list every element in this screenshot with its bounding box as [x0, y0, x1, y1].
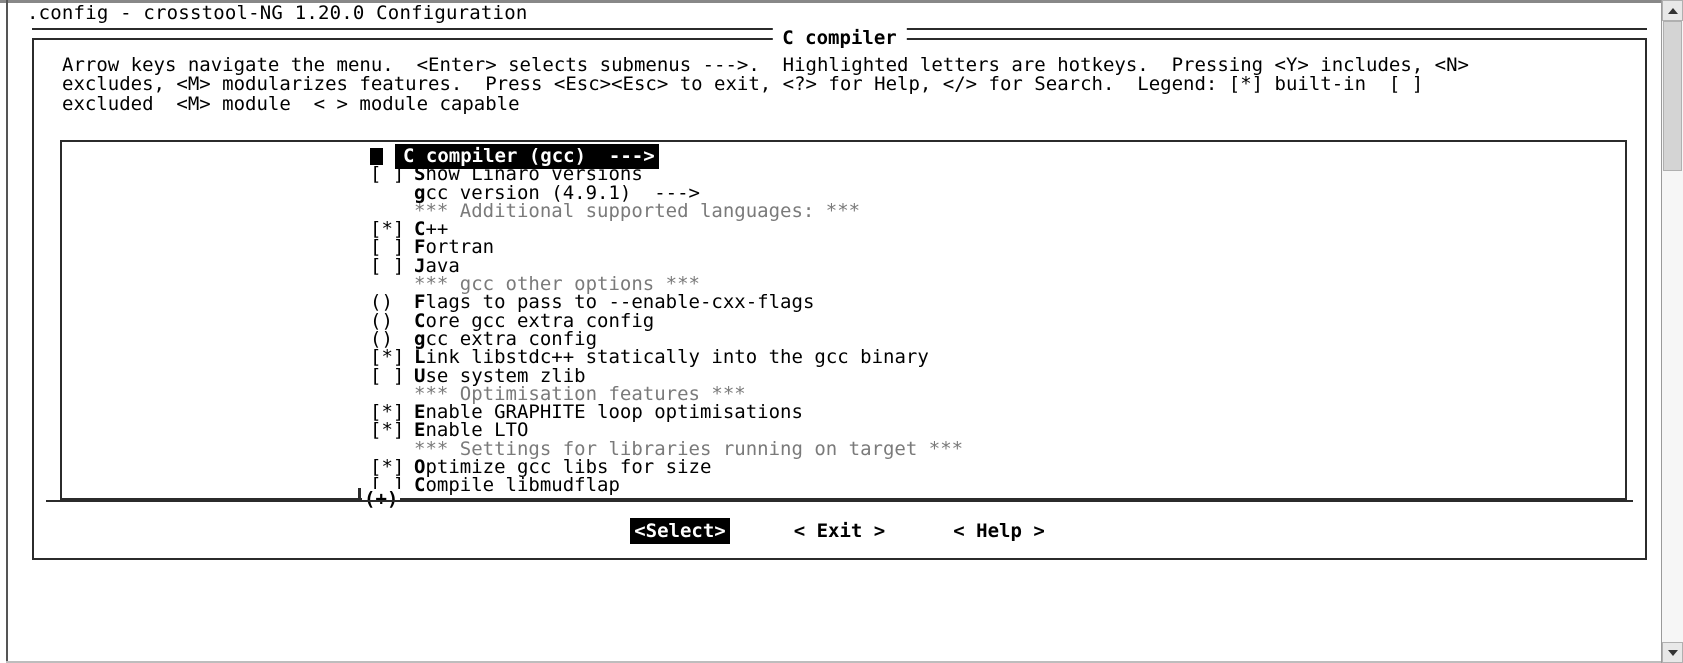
menu-list-box: C compiler (gcc) --->[ ] Show Linaro vers… — [60, 140, 1627, 509]
menu-item[interactable]: [ ] Fortran — [370, 238, 1621, 257]
menu-separator: *** Additional supported languages: *** — [370, 199, 1621, 222]
scrollbar-track[interactable] — [1662, 21, 1683, 642]
menu-item-marker: [ ] — [370, 254, 405, 277]
menu-item[interactable]: [*] Enable GRAPHITE loop optimisations — [370, 402, 1621, 421]
menu-item-marker: () — [370, 291, 393, 314]
config-dialog: C compiler Arrow keys navigate the menu.… — [32, 27, 1647, 560]
button-bar-separator — [46, 500, 1633, 502]
window-scrollbar[interactable] — [1661, 0, 1683, 663]
menu-list[interactable]: C compiler (gcc) --->[ ] Show Linaro vers… — [370, 144, 1621, 497]
menu-item[interactable]: [ ] Compile libmudflap — [370, 474, 1621, 497]
select-button[interactable]: <Select> — [630, 518, 730, 544]
terminal-content: .config - crosstool-NG 1.20.0 Configurat… — [10, 0, 1661, 663]
scrollbar-thumb[interactable] — [1663, 21, 1682, 171]
dialog-caption: C compiler — [772, 27, 907, 49]
exit-button[interactable]: < Exit > — [790, 518, 890, 544]
menu-item-marker: [*] — [370, 346, 405, 369]
help-line: excludes, <M> modularizes features. Pres… — [62, 73, 1424, 96]
scrollbar-up-button[interactable] — [1662, 0, 1683, 21]
menu-item-marker: [ ] — [370, 163, 405, 186]
scroll-up-arrow-icon — [1667, 7, 1678, 14]
terminal-window: .config - crosstool-NG 1.20.0 Configurat… — [0, 0, 1683, 663]
menu-item-marker: [*] — [370, 419, 405, 442]
menu-item-hotkey: C — [414, 474, 426, 497]
menu-item-marker: [ ] — [370, 364, 405, 387]
scroll-down-arrow-icon — [1667, 649, 1678, 656]
button-bar: <Select> < Exit > < Help > — [34, 516, 1645, 546]
window-left-edge — [6, 0, 8, 663]
menu-separator-label: *** Additional supported languages: *** — [414, 199, 861, 222]
scrollbar-down-button[interactable] — [1662, 642, 1683, 663]
scroll-more-indicator: (+) — [362, 488, 401, 510]
help-line: excluded <M> module < > module capable — [62, 92, 520, 115]
window-title: .config - crosstool-NG 1.20.0 Configurat… — [27, 2, 528, 24]
menu-item-label: ompile libmudflap — [425, 474, 620, 497]
help-button[interactable]: < Help > — [949, 518, 1049, 544]
help-legend-text: Arrow keys navigate the menu. <Enter> se… — [62, 55, 1627, 115]
menu-item[interactable]: [*] C++ — [370, 220, 1621, 239]
